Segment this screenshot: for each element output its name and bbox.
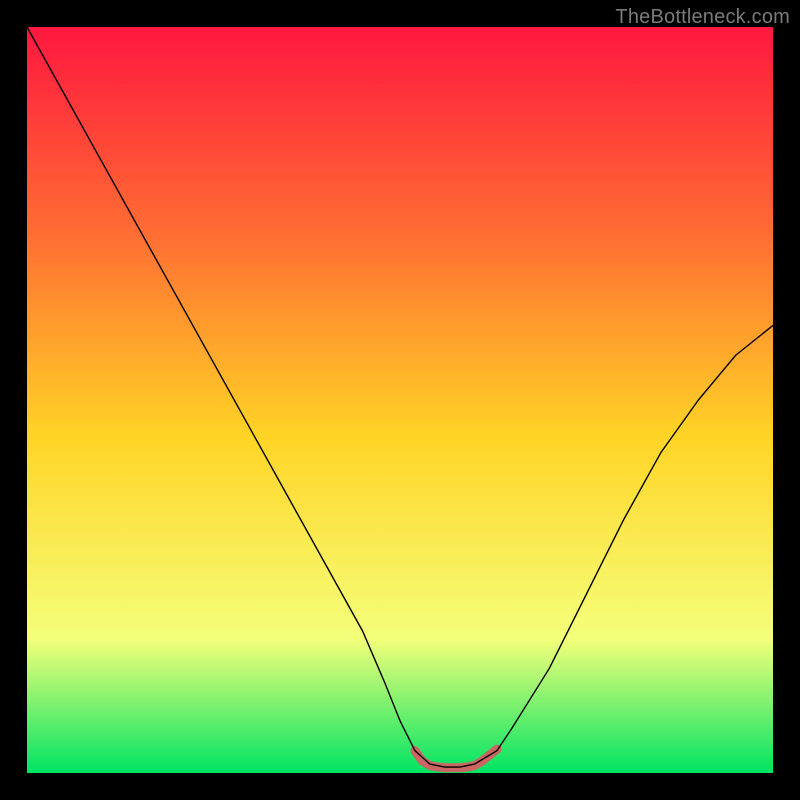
chart-background bbox=[27, 27, 773, 773]
chart-canvas bbox=[27, 27, 773, 773]
watermark-text: TheBottleneck.com bbox=[615, 6, 790, 29]
